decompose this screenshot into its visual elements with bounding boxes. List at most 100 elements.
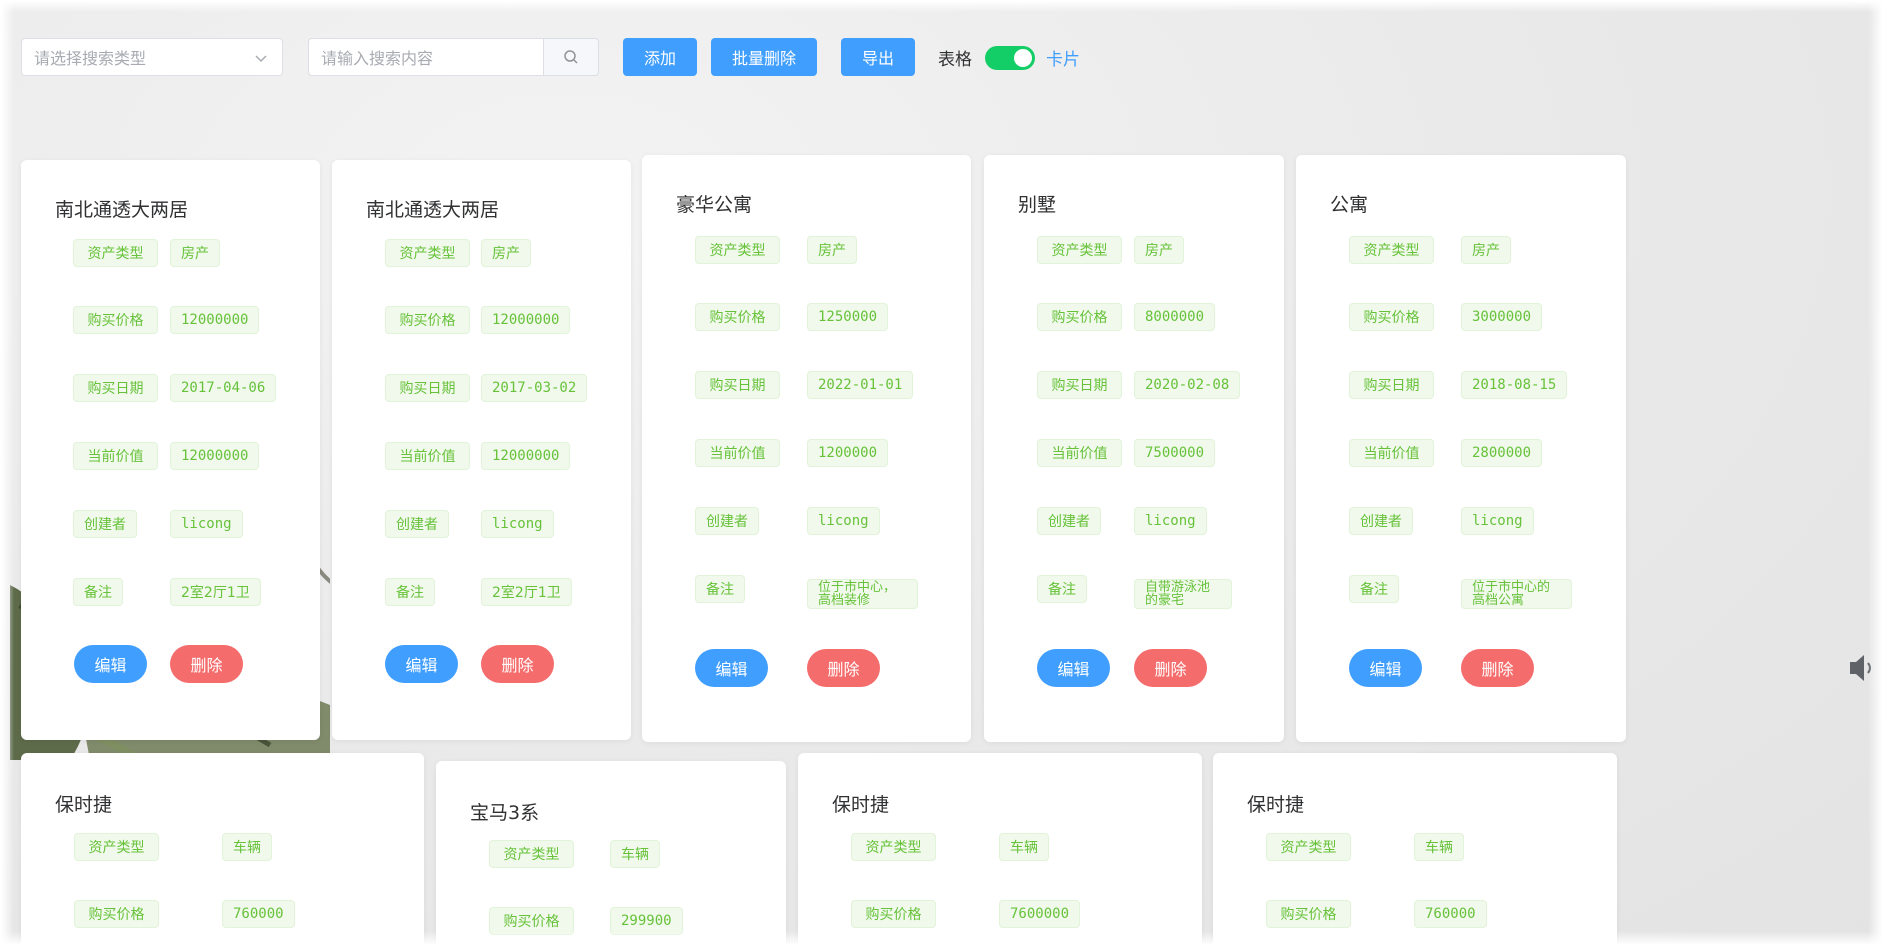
field-label-tag: 备注 bbox=[1349, 575, 1399, 603]
field-value-tag: 2020-02-08 bbox=[1134, 371, 1241, 399]
field-value-tag: licong bbox=[807, 507, 880, 535]
delete-button[interactable]: 删除 bbox=[1134, 649, 1207, 687]
search-icon bbox=[564, 50, 578, 64]
screen-edge-left bbox=[0, 0, 14, 951]
app-viewport: 请选择搜索类型 请输入搜索内容 添加 批量删除 导出 表格 卡片 南北通透大两居… bbox=[0, 0, 1892, 951]
field-label-tag: 资产类型 bbox=[1266, 833, 1351, 861]
edit-button[interactable]: 编辑 bbox=[74, 645, 147, 683]
export-button[interactable]: 导出 bbox=[841, 38, 915, 76]
delete-button[interactable]: 删除 bbox=[481, 645, 554, 683]
field-value-tag: 12000000 bbox=[481, 442, 571, 470]
field-label-tag: 购买日期 bbox=[695, 371, 780, 399]
card-title: 豪华公寓 bbox=[676, 194, 753, 216]
card-title: 保时捷 bbox=[1247, 794, 1305, 816]
field-value-tag: 2800000 bbox=[1461, 439, 1543, 467]
search-input[interactable]: 请输入搜索内容 bbox=[308, 38, 544, 76]
asset-card: 豪华公寓 资产类型 房产 购买价格 1250000 购买日期 2022-01-0… bbox=[642, 155, 971, 742]
field-label-tag: 当前价值 bbox=[73, 442, 158, 470]
field-label-tag: 资产类型 bbox=[695, 236, 780, 264]
field-value-tag: 自带游泳池的豪宅 bbox=[1134, 579, 1232, 609]
field-label-tag: 购买价格 bbox=[73, 306, 158, 334]
field-value-tag: 位于市中心的高档公寓 bbox=[1461, 579, 1572, 609]
field-value-tag: licong bbox=[481, 510, 554, 538]
edit-button[interactable]: 编辑 bbox=[385, 645, 458, 683]
field-value-tag: 1200000 bbox=[807, 439, 889, 467]
field-label-tag: 创建者 bbox=[385, 510, 449, 538]
card-title: 保时捷 bbox=[832, 794, 890, 816]
field-label-tag: 创建者 bbox=[1037, 507, 1101, 535]
toggle-knob bbox=[1014, 49, 1032, 67]
field-value-tag: 2室2厅1卫 bbox=[170, 578, 261, 606]
field-value-tag: 1250000 bbox=[807, 303, 889, 331]
asset-card: 保时捷 资产类型 车辆 购买价格 760000 bbox=[1213, 753, 1617, 951]
edit-button[interactable]: 编辑 bbox=[1037, 649, 1110, 687]
screen-edge-top bbox=[0, 0, 1892, 12]
field-value-tag: 12000000 bbox=[170, 306, 260, 334]
view-card-label: 卡片 bbox=[1046, 50, 1080, 70]
field-label-tag: 资产类型 bbox=[1349, 236, 1434, 264]
field-value-tag: 12000000 bbox=[481, 306, 571, 334]
field-label-tag: 资产类型 bbox=[1037, 236, 1122, 264]
field-value-tag: 2017-03-02 bbox=[481, 374, 588, 402]
field-value-tag: 12000000 bbox=[170, 442, 260, 470]
delete-button[interactable]: 删除 bbox=[170, 645, 243, 683]
field-label-tag: 备注 bbox=[385, 578, 435, 606]
field-value-tag: 7500000 bbox=[1134, 439, 1216, 467]
field-value-tag: 2室2厅1卫 bbox=[481, 578, 572, 606]
field-label-tag: 创建者 bbox=[73, 510, 137, 538]
field-value-tag: 房产 bbox=[481, 239, 531, 267]
view-mode-toggle[interactable] bbox=[985, 46, 1035, 70]
field-label-tag: 资产类型 bbox=[851, 833, 936, 861]
field-label-tag: 资产类型 bbox=[74, 833, 159, 861]
field-value-tag: 2022-01-01 bbox=[807, 371, 914, 399]
edit-button[interactable]: 编辑 bbox=[695, 649, 768, 687]
field-value-tag: 车辆 bbox=[1414, 833, 1464, 861]
add-button[interactable]: 添加 bbox=[623, 38, 697, 76]
field-value-tag: 7600000 bbox=[999, 900, 1081, 928]
field-value-tag: 房产 bbox=[1461, 236, 1511, 264]
field-label-tag: 备注 bbox=[695, 575, 745, 603]
field-label-tag: 备注 bbox=[73, 578, 123, 606]
field-value-tag: 房产 bbox=[1134, 236, 1184, 264]
field-label-tag: 资产类型 bbox=[73, 239, 158, 267]
field-label-tag: 购买日期 bbox=[1349, 371, 1434, 399]
search-type-placeholder: 请选择搜索类型 bbox=[34, 49, 147, 68]
field-label-tag: 购买价格 bbox=[851, 900, 936, 928]
field-label-tag: 资产类型 bbox=[489, 840, 574, 868]
batch-delete-button[interactable]: 批量删除 bbox=[711, 38, 817, 76]
card-title: 公寓 bbox=[1330, 194, 1369, 216]
field-label-tag: 当前价值 bbox=[385, 442, 470, 470]
field-label-tag: 当前价值 bbox=[695, 439, 780, 467]
field-label-tag: 创建者 bbox=[1349, 507, 1413, 535]
field-label-tag: 当前价值 bbox=[1037, 439, 1122, 467]
field-value-tag: 房产 bbox=[170, 239, 220, 267]
asset-card: 公寓 资产类型 房产 购买价格 3000000 购买日期 2018-08-15 … bbox=[1296, 155, 1626, 742]
field-value-tag: 车辆 bbox=[222, 833, 272, 861]
edit-button[interactable]: 编辑 bbox=[1349, 649, 1422, 687]
field-label-tag: 购买价格 bbox=[1266, 900, 1351, 928]
field-value-tag: 2017-04-06 bbox=[170, 374, 277, 402]
field-value-tag: licong bbox=[1461, 507, 1534, 535]
field-label-tag: 购买价格 bbox=[1037, 303, 1122, 331]
field-label-tag: 购买日期 bbox=[385, 374, 470, 402]
delete-button[interactable]: 删除 bbox=[1461, 649, 1534, 687]
field-value-tag: 8000000 bbox=[1134, 303, 1216, 331]
field-label-tag: 购买价格 bbox=[695, 303, 780, 331]
field-value-tag: 车辆 bbox=[610, 840, 660, 868]
field-value-tag: licong bbox=[1134, 507, 1207, 535]
asset-card: 宝马3系 资产类型 车辆 购买价格 299900 bbox=[436, 761, 786, 951]
asset-card: 保时捷 资产类型 车辆 购买价格 760000 bbox=[21, 753, 424, 951]
field-label-tag: 创建者 bbox=[695, 507, 759, 535]
asset-card: 南北通透大两居 资产类型 房产 购买价格 12000000 购买日期 2017-… bbox=[332, 160, 631, 740]
search-type-select[interactable]: 请选择搜索类型 bbox=[21, 38, 283, 76]
field-value-tag: 760000 bbox=[222, 900, 295, 928]
asset-card: 南北通透大两居 资产类型 房产 购买价格 12000000 购买日期 2017-… bbox=[21, 160, 320, 740]
search-button[interactable] bbox=[543, 38, 599, 76]
screen-edge-bottom bbox=[0, 931, 1892, 951]
asset-card: 保时捷 资产类型 车辆 购买价格 7600000 bbox=[798, 753, 1202, 951]
delete-button[interactable]: 删除 bbox=[807, 649, 880, 687]
screen-edge-right bbox=[1868, 0, 1892, 951]
field-label-tag: 备注 bbox=[1037, 575, 1087, 603]
card-title: 别墅 bbox=[1018, 194, 1057, 216]
card-title: 保时捷 bbox=[55, 794, 113, 816]
